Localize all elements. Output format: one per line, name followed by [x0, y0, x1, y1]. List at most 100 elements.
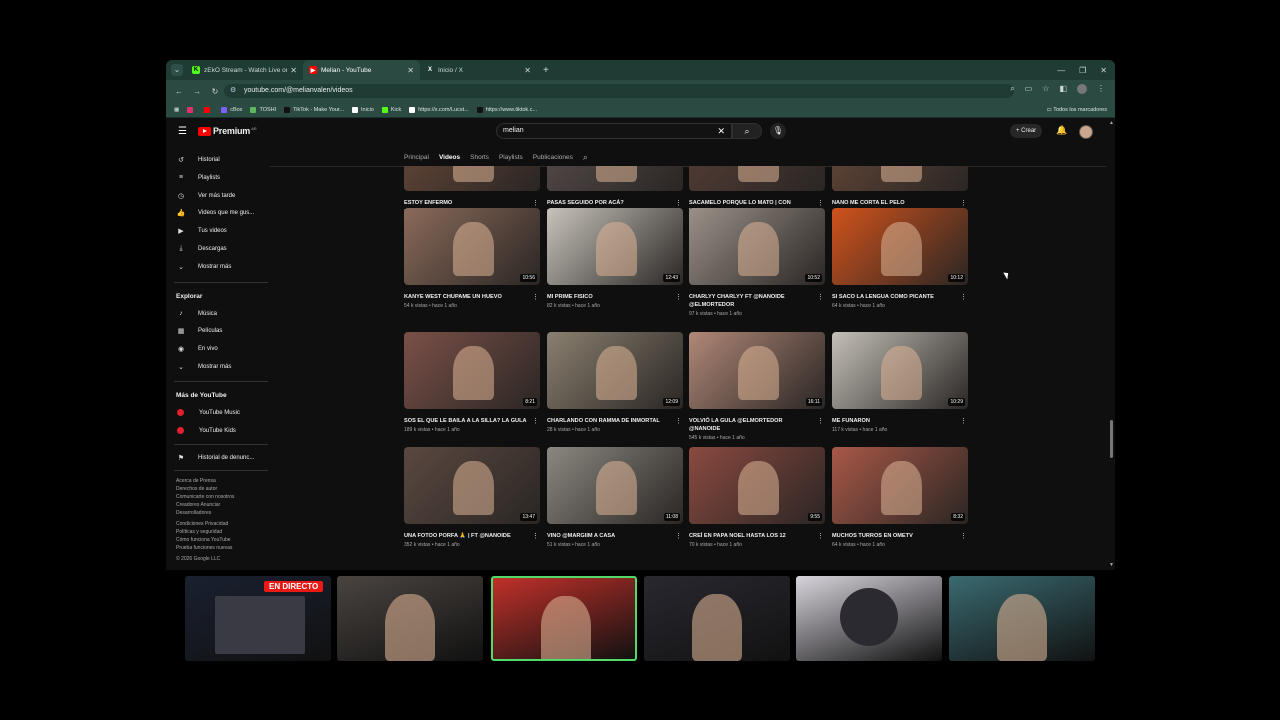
- video-title[interactable]: ME FUNARON: [832, 417, 958, 425]
- video-card[interactable]: 10:12 SI SACO LA LENGUA COMO PICANTE 64 k …: [832, 208, 968, 309]
- bookmark-item[interactable]: [204, 106, 213, 113]
- browser-menu-icon[interactable]: ⋮: [1097, 84, 1105, 94]
- video-thumbnail[interactable]: 12:43: [547, 208, 683, 285]
- close-window-icon[interactable]: ✕: [1100, 66, 1107, 75]
- menu-icon[interactable]: ☰: [178, 126, 187, 137]
- video-card[interactable]: 13:47 UNA FOTOO PORFA 🙏 | ft @nanoide 352 …: [404, 447, 540, 548]
- create-button[interactable]: + Crear: [1010, 124, 1043, 138]
- extensions-icon[interactable]: ◧: [1059, 84, 1067, 94]
- sidebar-item-report-history[interactable]: ⚑ Historial de denunc...: [176, 452, 255, 464]
- sidebar-item-watch-later[interactable]: ◷ Ver más tarde: [176, 190, 235, 202]
- video-card[interactable]: 9:55 CREÍ EN PAPA NOEL HASTA LOS 12 70 k v…: [689, 447, 825, 548]
- notifications-icon[interactable]: 🔔: [1056, 125, 1067, 136]
- more-options-icon[interactable]: ⋮: [817, 199, 824, 207]
- more-options-icon[interactable]: ⋮: [960, 532, 967, 540]
- voice-search-icon[interactable]: 🎙: [770, 123, 786, 139]
- scrollbar-thumb[interactable]: [1110, 420, 1113, 458]
- more-options-icon[interactable]: ⋮: [960, 417, 967, 425]
- url-input[interactable]: ⚙ youtube.com/@melianvalen/videos: [224, 84, 1014, 98]
- video-title[interactable]: SOS EL QUE LE BAILA A LA SILLA? LA GULA: [404, 417, 530, 425]
- search-input[interactable]: melian ✕: [496, 123, 732, 139]
- more-options-icon[interactable]: ⋮: [532, 532, 539, 540]
- sidebar-item-history[interactable]: ↺ Historial: [176, 154, 220, 166]
- reload-icon[interactable]: ↻: [210, 87, 220, 96]
- footer-link[interactable]: Derechos de autor: [176, 485, 217, 493]
- video-title[interactable]: NANO ME CORTA EL PELO: [832, 199, 958, 207]
- sidebar-item-chevron-down[interactable]: ⌄ Mostrar más: [176, 261, 231, 273]
- video-thumbnail[interactable]: [689, 166, 825, 191]
- video-thumbnail[interactable]: 11:08: [547, 447, 683, 524]
- video-title[interactable]: VOLVIÓ LA GULA @ElMortedor @nanoide: [689, 417, 815, 433]
- video-title[interactable]: CHARLYY CHARLYY ft @nanoide @ElMortedor: [689, 293, 815, 309]
- tab-playlists[interactable]: Playlists: [499, 154, 523, 161]
- sidebar-item-youtube-music[interactable]: YouTube Music: [176, 407, 240, 419]
- new-tab-button[interactable]: +: [543, 65, 549, 76]
- close-tab-icon[interactable]: ✕: [524, 66, 531, 75]
- video-thumbnail[interactable]: 13:47: [404, 447, 540, 524]
- tab-videos[interactable]: Videos: [439, 154, 460, 161]
- video-thumbnail[interactable]: 16:11: [689, 332, 825, 409]
- video-card[interactable]: 11:08 VINO @Margiim A CASA 51 k vistas • h…: [547, 447, 683, 548]
- video-thumbnail[interactable]: [832, 166, 968, 191]
- channel-search-icon[interactable]: ⌕: [583, 152, 588, 163]
- all-bookmarks-folder[interactable]: ▭ Todos los marcadores: [1047, 102, 1107, 118]
- maximize-icon[interactable]: ❐: [1079, 66, 1086, 75]
- video-title[interactable]: SI SACO LA LENGUA COMO PICANTE: [832, 293, 958, 301]
- sidebar-item-movies[interactable]: ▦ Películas: [176, 325, 223, 337]
- clear-search-icon[interactable]: ✕: [717, 124, 725, 138]
- sidebar-item-live[interactable]: ◉ En vivo: [176, 343, 218, 355]
- bookmark-item[interactable]: Inicio: [352, 106, 374, 113]
- video-title[interactable]: MI PRIME FISICO: [547, 293, 673, 301]
- bookmark-star-icon[interactable]: ☆: [1042, 84, 1049, 94]
- more-options-icon[interactable]: ⋮: [532, 199, 539, 207]
- video-thumbnail[interactable]: 10:29: [832, 332, 968, 409]
- video-thumbnail[interactable]: 8:21: [404, 332, 540, 409]
- sidebar-item-youtube-kids[interactable]: YouTube Kids: [176, 425, 236, 437]
- sidebar-item-download[interactable]: ⤓ Descargas: [176, 243, 226, 255]
- bookmark-item[interactable]: Kick: [381, 106, 401, 113]
- tab-shorts[interactable]: Shorts: [470, 154, 489, 161]
- video-card[interactable]: 8:32 MUCHOS TURROS EN OMETV 64 k vistas • …: [832, 447, 968, 548]
- video-card[interactable]: 8:21 SOS EL QUE LE BAILA A LA SILLA? LA G…: [404, 332, 540, 433]
- video-title[interactable]: MUCHOS TURROS EN OMETV: [832, 532, 958, 540]
- youtube-premium-logo[interactable]: Premium AR: [198, 126, 257, 136]
- more-options-icon[interactable]: ⋮: [960, 199, 967, 207]
- cast-icon[interactable]: ▭: [1025, 84, 1033, 94]
- video-card[interactable]: 12:09 CHARLANDO CON RAMMA de INMORTAL 28 k…: [547, 332, 683, 433]
- footer-link[interactable]: Cómo funciona YouTube: [176, 536, 231, 544]
- video-card[interactable]: 10:56 KANYE WEST CHUPAME UN HUEVO 54 k vis…: [404, 208, 540, 309]
- minimize-icon[interactable]: —: [1057, 66, 1065, 75]
- bookmark-item[interactable]: TikTok - Make Your...: [284, 106, 344, 113]
- close-tab-icon[interactable]: ✕: [407, 66, 414, 75]
- bookmark-item[interactable]: https://x.com/Lucst...: [409, 106, 469, 113]
- video-title[interactable]: CREÍ EN PAPA NOEL HASTA LOS 12: [689, 532, 815, 540]
- footer-link[interactable]: Prueba funciones nuevas: [176, 544, 232, 552]
- close-tab-icon[interactable]: ✕: [290, 66, 297, 75]
- more-options-icon[interactable]: ⋮: [532, 417, 539, 425]
- more-options-icon[interactable]: ⋮: [817, 532, 824, 540]
- video-thumbnail[interactable]: [404, 166, 540, 191]
- video-thumbnail[interactable]: 10:12: [832, 208, 968, 285]
- back-icon[interactable]: ←: [174, 87, 184, 96]
- footer-link[interactable]: © 2026 Google LLC: [176, 555, 220, 563]
- more-options-icon[interactable]: ⋮: [960, 293, 967, 301]
- footer-link[interactable]: Condiciones Privacidad: [176, 520, 228, 528]
- zoom-icon[interactable]: ⌕: [1010, 84, 1014, 94]
- tab-search-icon[interactable]: ⌄: [171, 64, 183, 76]
- video-title[interactable]: PASAS SEGUIDO POR ACÁ?: [547, 199, 673, 207]
- video-thumbnail[interactable]: 9:55: [689, 447, 825, 524]
- site-info-icon[interactable]: ⚙: [230, 84, 236, 98]
- video-thumbnail[interactable]: 12:09: [547, 332, 683, 409]
- more-options-icon[interactable]: ⋮: [532, 293, 539, 301]
- more-options-icon[interactable]: ⋮: [675, 199, 682, 207]
- more-options-icon[interactable]: ⋮: [817, 417, 824, 425]
- video-thumbnail[interactable]: 10:56: [404, 208, 540, 285]
- more-options-icon[interactable]: ⋮: [817, 293, 824, 301]
- browser-tab[interactable]: X Inicio / X ✕: [420, 60, 537, 80]
- video-title[interactable]: UNA FOTOO PORFA 🙏 | ft @nanoide: [404, 532, 530, 540]
- more-options-icon[interactable]: ⋮: [675, 417, 682, 425]
- bookmark-item[interactable]: cBox: [221, 106, 242, 113]
- video-thumbnail[interactable]: [547, 166, 683, 191]
- scroll-up-icon[interactable]: ▲: [1109, 120, 1114, 126]
- sidebar-item-like[interactable]: 👍 Videos que me gus...: [176, 207, 255, 219]
